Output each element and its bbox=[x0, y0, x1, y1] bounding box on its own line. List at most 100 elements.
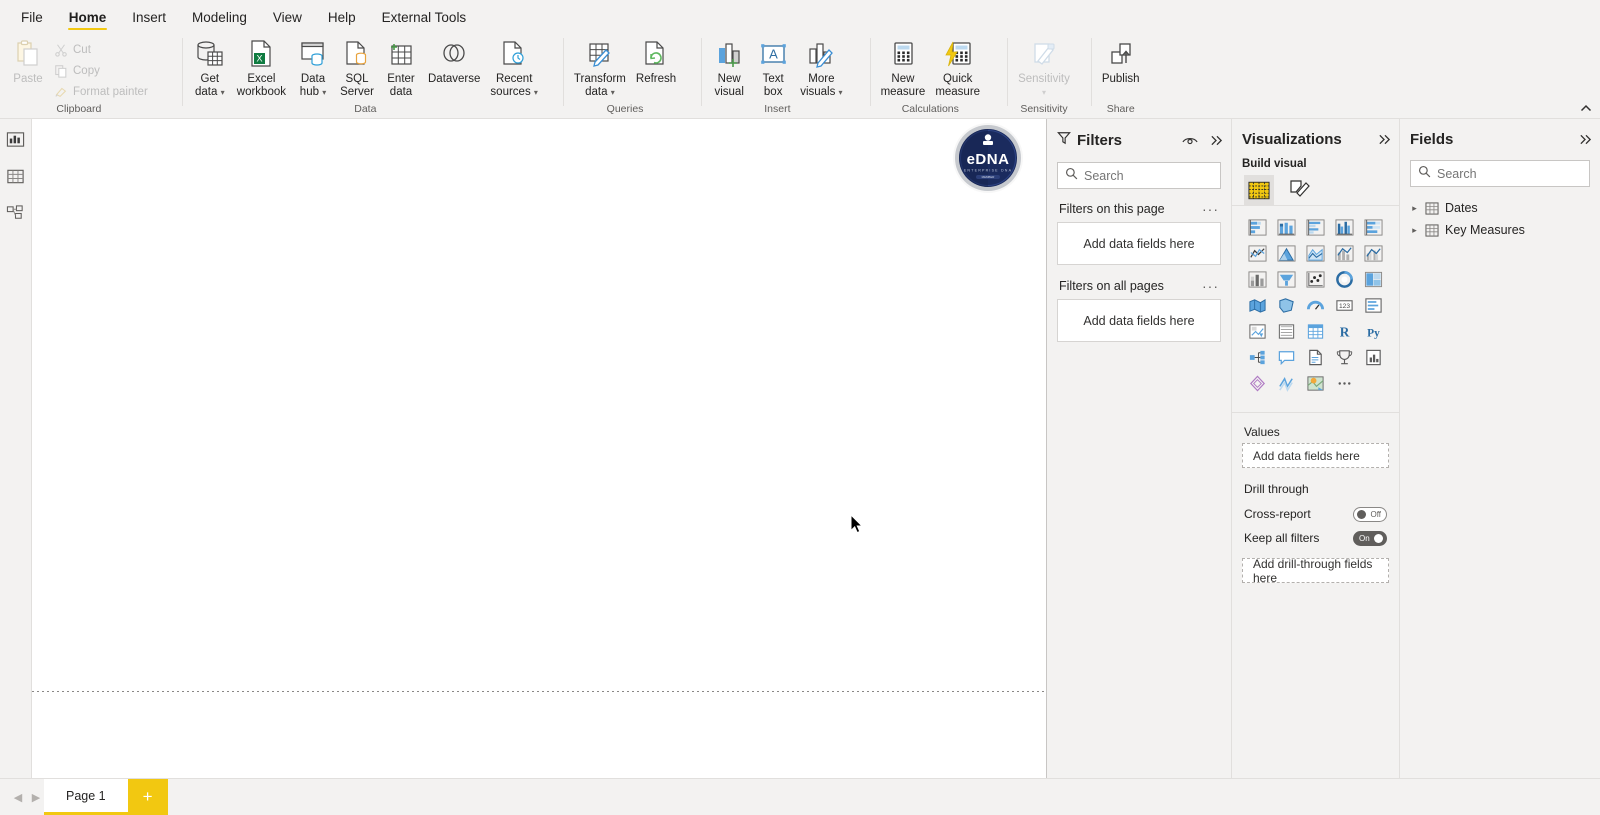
values-dropzone[interactable]: Add data fields here bbox=[1242, 443, 1389, 468]
arcgis-maps-icon[interactable] bbox=[1302, 370, 1328, 396]
tab-insert[interactable]: Insert bbox=[119, 6, 179, 32]
new-visual-button[interactable]: New visual bbox=[707, 35, 751, 98]
paginated-report-icon[interactable] bbox=[1331, 344, 1357, 370]
filled-map-icon[interactable] bbox=[1273, 292, 1299, 318]
filters-search-box[interactable] bbox=[1057, 162, 1221, 189]
decomposition-tree-icon[interactable] bbox=[1273, 370, 1299, 396]
dataverse-button[interactable]: Dataverse bbox=[423, 35, 485, 86]
format-visual-tab[interactable] bbox=[1284, 175, 1314, 205]
chevron-down-icon[interactable]: ▾ bbox=[322, 88, 326, 97]
cross-report-toggle[interactable]: Off bbox=[1353, 506, 1387, 522]
table-icon[interactable] bbox=[1302, 318, 1328, 344]
drill-through-dropzone[interactable]: Add drill-through fields here bbox=[1242, 557, 1389, 585]
field-table-key-measures[interactable]: ▸ Key Measures bbox=[1410, 219, 1592, 241]
collapse-ribbon-button[interactable] bbox=[1580, 104, 1592, 116]
python-visual-icon[interactable]: Py bbox=[1360, 318, 1386, 344]
stacked-bar-chart-icon[interactable] bbox=[1244, 214, 1270, 240]
chevron-down-icon[interactable]: ▾ bbox=[221, 88, 225, 97]
line-stacked-column-chart-icon[interactable] bbox=[1331, 240, 1357, 266]
tab-modeling[interactable]: Modeling bbox=[179, 6, 260, 32]
text-box-button[interactable]: A Text box bbox=[751, 35, 795, 98]
page-tab-page-1[interactable]: Page 1 bbox=[44, 779, 128, 815]
sidebar-item-data-view[interactable] bbox=[4, 164, 28, 188]
scatter-chart-icon[interactable] bbox=[1302, 266, 1328, 292]
cut-button[interactable]: Cut bbox=[50, 39, 152, 60]
publish-button[interactable]: Publish bbox=[1097, 35, 1145, 86]
filters-on-this-page-dropzone[interactable]: Add data fields here bbox=[1057, 222, 1221, 265]
field-table-dates[interactable]: ▸ Dates bbox=[1410, 197, 1592, 219]
previous-page-button[interactable]: ◀ bbox=[10, 791, 26, 804]
get-more-visuals-icon[interactable] bbox=[1360, 344, 1386, 370]
get-data-label: Get data bbox=[194, 73, 220, 98]
tab-file[interactable]: File bbox=[8, 6, 56, 32]
line-chart-icon[interactable] bbox=[1244, 240, 1270, 266]
expand-visualizations-pane-icon[interactable] bbox=[1378, 133, 1391, 146]
qna-icon[interactable] bbox=[1273, 344, 1299, 370]
treemap-icon[interactable] bbox=[1360, 266, 1386, 292]
transform-data-button[interactable]: Transform data ▾ bbox=[569, 35, 631, 99]
more-options-icon[interactable] bbox=[1331, 370, 1357, 396]
tab-external-tools[interactable]: External Tools bbox=[369, 6, 480, 32]
stacked-column-chart-icon[interactable] bbox=[1273, 214, 1299, 240]
chevron-down-icon[interactable]: ▾ bbox=[534, 88, 538, 97]
next-page-button[interactable]: ▶ bbox=[28, 791, 44, 804]
expand-fields-pane-icon[interactable] bbox=[1579, 133, 1592, 146]
quick-measure-button[interactable]: Quick measure bbox=[930, 35, 985, 98]
more-visuals-button[interactable]: More visuals ▾ bbox=[795, 35, 847, 99]
tab-view[interactable]: View bbox=[260, 6, 315, 32]
expand-filters-pane-icon[interactable] bbox=[1210, 134, 1223, 147]
filters-on-all-pages-more-button[interactable]: ··· bbox=[1202, 279, 1219, 293]
sidebar-item-report-view[interactable] bbox=[4, 127, 28, 151]
stacked-area-chart-icon[interactable] bbox=[1302, 240, 1328, 266]
kpi-icon[interactable] bbox=[1244, 318, 1270, 344]
report-canvas-area[interactable]: eDNA ENTERPRISE DNA MEMBER bbox=[32, 119, 1047, 778]
card-icon[interactable]: 123 bbox=[1331, 292, 1357, 318]
r-script-visual-icon[interactable]: R bbox=[1331, 318, 1357, 344]
recent-sources-button[interactable]: Recent sources ▾ bbox=[485, 35, 543, 99]
excel-workbook-button[interactable]: X Excel workbook bbox=[232, 35, 291, 98]
area-chart-icon[interactable] bbox=[1273, 240, 1299, 266]
multi-row-card-icon[interactable] bbox=[1360, 292, 1386, 318]
sensitivity-button[interactable]: Sensitivity ▾ bbox=[1013, 35, 1075, 99]
chevron-down-icon[interactable]: ▾ bbox=[839, 88, 843, 97]
chevron-down-icon[interactable]: ▾ bbox=[1042, 88, 1046, 97]
report-page-canvas[interactable]: eDNA ENTERPRISE DNA MEMBER bbox=[32, 119, 1046, 778]
copy-button[interactable]: Copy bbox=[50, 60, 152, 81]
smart-narrative-icon[interactable] bbox=[1302, 344, 1328, 370]
pie-chart-icon[interactable] bbox=[1331, 266, 1357, 292]
clustered-bar-chart-icon[interactable] bbox=[1302, 214, 1328, 240]
tab-home[interactable]: Home bbox=[56, 6, 120, 32]
chevron-right-icon[interactable]: ▸ bbox=[1410, 225, 1419, 236]
enter-data-button[interactable]: Enter data bbox=[379, 35, 423, 98]
filters-on-this-page-more-button[interactable]: ··· bbox=[1202, 202, 1219, 216]
chevron-down-icon[interactable]: ▾ bbox=[611, 88, 615, 97]
hundred-percent-stacked-bar-chart-icon[interactable] bbox=[1360, 214, 1386, 240]
eye-icon[interactable] bbox=[1182, 135, 1198, 147]
gauge-icon[interactable] bbox=[1302, 292, 1328, 318]
map-icon[interactable] bbox=[1244, 292, 1270, 318]
fields-search-box[interactable] bbox=[1410, 160, 1590, 187]
filters-search-input[interactable] bbox=[1084, 168, 1213, 183]
keep-all-filters-toggle[interactable]: On bbox=[1353, 530, 1387, 546]
line-clustered-column-chart-icon[interactable] bbox=[1360, 240, 1386, 266]
clustered-column-chart-icon[interactable] bbox=[1331, 214, 1357, 240]
add-page-button[interactable]: + bbox=[127, 779, 168, 815]
build-visual-tab[interactable] bbox=[1244, 175, 1274, 205]
power-apps-icon[interactable] bbox=[1244, 370, 1270, 396]
ribbon-chart-icon[interactable] bbox=[1244, 266, 1270, 292]
format-painter-button[interactable]: Format painter bbox=[50, 81, 152, 102]
sql-server-button[interactable]: SQL Server bbox=[335, 35, 379, 98]
slicer-icon[interactable] bbox=[1273, 318, 1299, 344]
get-data-button[interactable]: Get data ▾ bbox=[188, 35, 232, 99]
filters-on-all-pages-dropzone[interactable]: Add data fields here bbox=[1057, 299, 1221, 342]
fields-search-input[interactable] bbox=[1437, 166, 1582, 181]
data-hub-button[interactable]: Data hub ▾ bbox=[291, 35, 335, 99]
refresh-button[interactable]: Refresh bbox=[631, 35, 681, 86]
sidebar-item-model-view[interactable] bbox=[4, 201, 28, 225]
chevron-right-icon[interactable]: ▸ bbox=[1410, 203, 1419, 214]
tab-help[interactable]: Help bbox=[315, 6, 369, 32]
paste-button[interactable]: Paste bbox=[6, 35, 50, 86]
new-measure-button[interactable]: New measure bbox=[876, 35, 931, 98]
waterfall-chart-icon[interactable] bbox=[1273, 266, 1299, 292]
key-influencers-icon[interactable] bbox=[1244, 344, 1270, 370]
